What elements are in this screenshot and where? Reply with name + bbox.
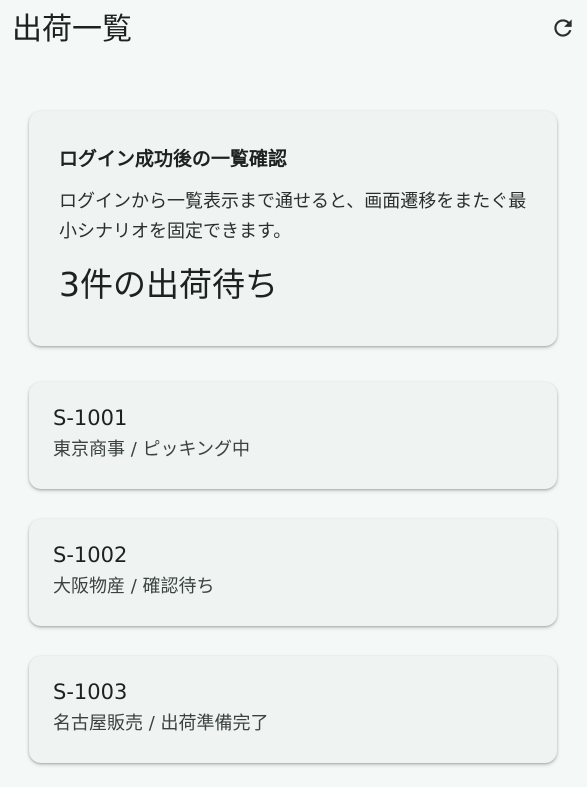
shipment-detail: 大阪物産 / 確認待ち [53,576,215,597]
shipment-id: S-1001 [53,406,128,430]
shipment-card[interactable]: S-1003 名古屋販売 / 出荷準備完了 [29,656,557,763]
shipment-detail: 名古屋販売 / 出荷準備完了 [53,713,269,734]
pending-count: 3件の出荷待ち [59,265,278,304]
refresh-button[interactable] [543,8,583,48]
shipment-card[interactable]: S-1002 大阪物産 / 確認待ち [29,519,557,626]
app-bar: 出荷一覧 [0,0,587,64]
summary-description: ログインから一覧表示まで通せると、画面遷移をまたぐ最小シナリオを固定できます。 [59,191,527,242]
summary-card: ログイン成功後の一覧確認 ログインから一覧表示まで通せると、画面遷移をまたぐ最小… [29,111,557,346]
shipment-id: S-1003 [53,680,128,704]
shipment-id: S-1002 [53,543,128,567]
shipment-card[interactable]: S-1001 東京商事 / ピッキング中 [29,382,557,489]
summary-title: ログイン成功後の一覧確認 [59,148,288,170]
page-title: 出荷一覧 [12,12,132,47]
shipment-detail: 東京商事 / ピッキング中 [53,439,250,460]
refresh-icon [554,19,572,37]
